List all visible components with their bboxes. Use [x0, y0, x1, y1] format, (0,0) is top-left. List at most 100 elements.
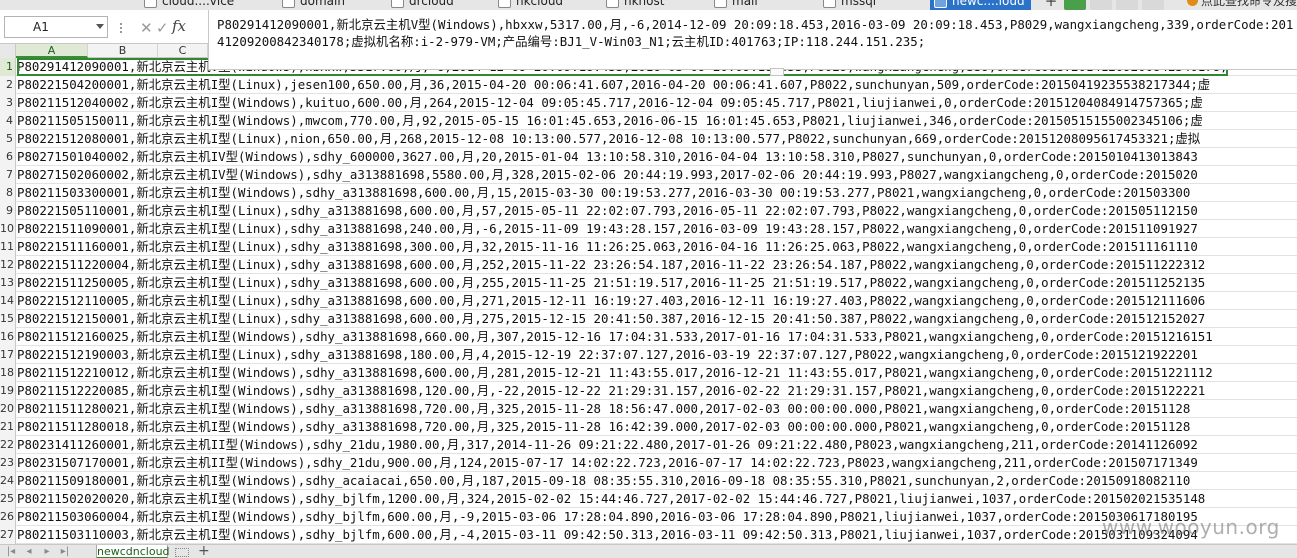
cell-a-value[interactable]: P80221512110005,新北京云主机I型(Linux),sdhy_a31… [17, 292, 1205, 310]
last-sheet-icon[interactable]: ▸| [60, 547, 70, 557]
cell-a-value[interactable]: P80221504200001,新北京云主机I型(Linux),jesen100… [17, 76, 1210, 94]
row-number[interactable]: 5 [0, 130, 16, 148]
confirm-icon[interactable]: ✓ [156, 19, 169, 37]
file-tab[interactable]: cloud....vice [140, 0, 234, 10]
column-header-b[interactable]: B [88, 44, 158, 58]
sheet-options-icon[interactable] [175, 548, 189, 557]
table-row[interactable]: 13 P80221511250005,新北京云主机I型(Linux),sdhy_a… [0, 274, 1297, 292]
row-number[interactable]: 21 [0, 418, 16, 436]
lightbulb-icon[interactable] [1187, 0, 1198, 6]
table-row[interactable]: 4 P80211505150011,新北京云主机I型(Windows),mwcom… [0, 112, 1297, 130]
cell-a-value[interactable]: P80221511220004,新北京云主机I型(Linux),sdhy_a31… [17, 256, 1205, 274]
cell-a-value[interactable]: P80211509180001,新北京云主机I型(Windows),sdhy_a… [17, 472, 1190, 490]
row-number[interactable]: 20 [0, 400, 16, 418]
row-number[interactable]: 1 [0, 58, 16, 76]
table-row[interactable]: 15 P80221512150001,新北京云主机I型(Linux),sdhy_a… [0, 310, 1297, 328]
insert-function-icon[interactable]: fx [172, 17, 186, 35]
row-number[interactable]: 3 [0, 94, 16, 112]
file-tab[interactable]: hkcloud [494, 0, 563, 10]
table-row[interactable]: 23 P80231507170001,新北京云主机II型(Windows),sdh… [0, 454, 1297, 472]
chevron-down-icon[interactable] [96, 24, 104, 29]
table-row[interactable]: 2 P80221504200001,新北京云主机I型(Linux),jesen10… [0, 76, 1297, 94]
row-number[interactable]: 27 [0, 526, 16, 544]
row-number[interactable]: 18 [0, 364, 16, 382]
table-row[interactable]: 24 P80211509180001,新北京云主机I型(Windows),sdhy… [0, 472, 1297, 490]
table-row[interactable]: 7 P80271502060002,新北京云主机IV型(Windows),sdhy… [0, 166, 1297, 184]
cell-a-value[interactable]: P80271502060002,新北京云主机IV型(Windows),sdhy_… [17, 166, 1198, 184]
add-sheet-plus-icon[interactable]: + [198, 545, 210, 558]
cell-a-value[interactable]: P80211502020020,新北京云主机I型(Windows),sdhy_b… [17, 490, 1205, 508]
sheet-tab-active[interactable]: newcdncloud [96, 545, 170, 558]
row-number[interactable]: 17 [0, 346, 16, 364]
table-row[interactable]: 9 P80221505110001,新北京云主机I型(Linux),sdhy_a3… [0, 202, 1297, 220]
row-number[interactable]: 10 [0, 220, 16, 238]
cell-a-value[interactable]: P80221512150001,新北京云主机I型(Linux),sdhy_a31… [17, 310, 1205, 328]
table-row[interactable]: 6 P80271501040002,新北京云主机IV型(Windows),sdhy… [0, 148, 1297, 166]
cell-a-value[interactable]: P80211503300001,新北京云主机I型(Windows),sdhy_a… [17, 184, 1190, 202]
formula-bar-resize-handle[interactable] [770, 68, 784, 76]
table-row[interactable]: 21 P80211511280018,新北京云主机I型(Windows),sdhy… [0, 418, 1297, 436]
file-tab[interactable]: mssql [819, 0, 876, 10]
formula-bar-grip[interactable] [120, 23, 126, 33]
cell-a-value[interactable]: P80211511280018,新北京云主机I型(Windows),sdhy_a… [17, 418, 1190, 436]
cell-a-value[interactable]: P80211503110003,新北京云主机I型(Windows),sdhy_b… [17, 526, 1198, 544]
cell-a-value[interactable]: P80211512040002,新北京云主机I型(Windows),kuituo… [17, 94, 1203, 112]
table-row[interactable]: 20 P80211511280021,新北京云主机I型(Windows),sdhy… [0, 400, 1297, 418]
table-row[interactable]: 8 P80211503300001,新北京云主机I型(Windows),sdhy_… [0, 184, 1297, 202]
name-box[interactable]: A1 [4, 16, 108, 38]
table-row[interactable]: 10 P80221511090001,新北京云主机I型(Linux),sdhy_a… [0, 220, 1297, 238]
cell-a-value[interactable]: P80221512190003,新北京云主机I型(Linux),sdhy_a31… [17, 346, 1198, 364]
row-number[interactable]: 6 [0, 148, 16, 166]
tab-list-button[interactable] [1116, 0, 1138, 10]
table-row[interactable]: 14 P80221512110005,新北京云主机I型(Linux),sdhy_a… [0, 292, 1297, 310]
cell-a-value[interactable]: P80211512210012,新北京云主机I型(Windows),sdhy_a… [17, 364, 1213, 382]
next-sheet-icon[interactable]: ▸ [42, 547, 52, 557]
row-number[interactable]: 22 [0, 436, 16, 454]
cell-a-value[interactable]: P80221505110001,新北京云主机I型(Linux),sdhy_a31… [17, 202, 1198, 220]
cell-a-value[interactable]: P80211512160025,新北京云主机I型(Windows),sdhy_a… [17, 328, 1213, 346]
cell-a-value[interactable]: P80231507170001,新北京云主机II型(Windows),sdhy_… [17, 454, 1198, 472]
row-number[interactable]: 19 [0, 382, 16, 400]
column-header-a[interactable]: A [16, 44, 88, 58]
row-number[interactable]: 4 [0, 112, 16, 130]
first-sheet-icon[interactable]: |◂ [6, 547, 16, 557]
table-row[interactable]: 11 P80221511160001,新北京云主机I型(Linux),sdhy_a… [0, 238, 1297, 256]
file-tab[interactable]: domain [278, 0, 345, 10]
row-number[interactable]: 25 [0, 490, 16, 508]
table-row[interactable]: 16 P80211512160025,新北京云主机I型(Windows),sdhy… [0, 328, 1297, 346]
table-row[interactable]: 5 P80221512080001,新北京云主机I型(Linux),nion,65… [0, 130, 1297, 148]
table-row[interactable]: 25 P80211502020020,新北京云主机I型(Windows),sdhy… [0, 490, 1297, 508]
cell-a-value[interactable]: P80211511280021,新北京云主机I型(Windows),sdhy_a… [17, 400, 1190, 418]
file-tab[interactable]: drcloud [387, 0, 454, 10]
cell-a-value[interactable]: P80211505150011,新北京云主机I型(Windows),mwcom,… [17, 112, 1203, 130]
row-number[interactable]: 26 [0, 508, 16, 526]
select-all-button[interactable] [0, 44, 16, 58]
prev-sheet-icon[interactable]: ◂ [24, 547, 34, 557]
file-tab-active[interactable]: newc....loud [930, 0, 1031, 10]
table-row[interactable]: 17 P80221512190003,新北京云主机I型(Linux),sdhy_a… [0, 346, 1297, 364]
row-number[interactable]: 16 [0, 328, 16, 346]
cell-a-value[interactable]: P80221512080001,新北京云主机I型(Linux),nion,650… [17, 130, 1200, 148]
table-row[interactable]: 19 P80211512220085,新北京云主机I型(Windows),sdhy… [0, 382, 1297, 400]
row-number[interactable]: 2 [0, 76, 16, 94]
new-tab-plus-icon[interactable]: + [1043, 0, 1059, 10]
row-number[interactable]: 11 [0, 238, 16, 256]
spreadsheet-grid[interactable]: 1P80291412090001,新北京云主机V型(Windows),hbxxw… [0, 58, 1297, 544]
formula-input[interactable]: P80291412090001,新北京云主机V型(Windows),hbxxw,… [208, 10, 1297, 70]
command-search-hint[interactable]: 点此查找命令及搜 [1201, 0, 1297, 8]
cell-a-value[interactable]: P80221511250005,新北京云主机I型(Linux),sdhy_a31… [17, 274, 1205, 292]
file-tab[interactable]: hkhost [602, 0, 664, 10]
row-number[interactable]: 7 [0, 166, 16, 184]
row-number[interactable]: 15 [0, 310, 16, 328]
cell-a-value[interactable]: P80211503060004,新北京云主机I型(Windows),sdhy_b… [17, 508, 1198, 526]
cell-a-value[interactable]: P80221511160001,新北京云主机I型(Linux),sdhy_a31… [17, 238, 1198, 256]
cell-a-value[interactable]: P80211512220085,新北京云主机I型(Windows),sdhy_a… [17, 382, 1205, 400]
tab-scroll-left-button[interactable] [1064, 0, 1086, 10]
cancel-icon[interactable]: ✕ [140, 19, 153, 37]
row-number[interactable]: 14 [0, 292, 16, 310]
table-row[interactable]: 22 P80231411260001,新北京云主机II型(Windows),sdh… [0, 436, 1297, 454]
file-tab[interactable]: mail [710, 0, 758, 10]
cell-a-value[interactable]: P80231411260001,新北京云主机II型(Windows),sdhy_… [17, 436, 1198, 454]
table-row[interactable]: 3 P80211512040002,新北京云主机I型(Windows),kuitu… [0, 94, 1297, 112]
row-number[interactable]: 23 [0, 454, 16, 472]
